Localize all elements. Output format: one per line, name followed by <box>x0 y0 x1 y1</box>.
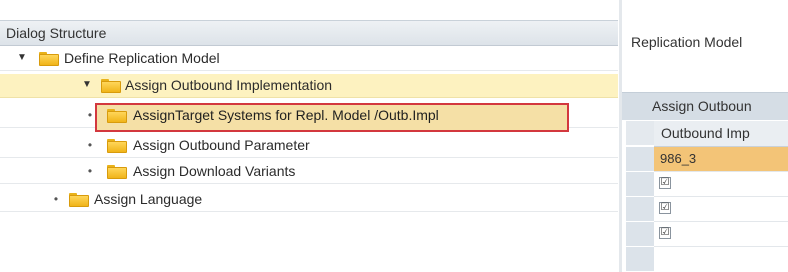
table-row[interactable]: ☑ <box>654 172 788 197</box>
table-cell-outbound-impl[interactable]: 986_3 <box>654 147 788 172</box>
tree-node-label[interactable]: AssignTarget Systems for Repl. Model /Ou… <box>133 107 439 123</box>
folder-icon <box>69 193 89 207</box>
checkbox-checked-icon[interactable]: ☑ <box>659 227 671 239</box>
detail-panel: Replication Model Assign Outboun Outboun… <box>622 0 788 272</box>
table-row[interactable]: ☑ <box>654 197 788 222</box>
dialog-structure-panel: Dialog Structure ▼ Define Replication Mo… <box>0 0 622 272</box>
folder-icon <box>107 139 127 153</box>
folder-icon <box>39 52 59 66</box>
row-selector[interactable] <box>626 197 654 222</box>
folder-icon <box>107 109 127 123</box>
tree-node-assign-target-systems[interactable]: • AssignTarget Systems for Repl. Model /… <box>0 103 618 132</box>
tree-bullet-icon: • <box>87 108 93 122</box>
folder-icon <box>107 165 127 179</box>
dialog-structure-title: Dialog Structure <box>6 25 107 41</box>
dialog-structure-header: Dialog Structure <box>0 20 618 46</box>
folder-icon <box>101 79 121 93</box>
tree-node-label[interactable]: Assign Download Variants <box>133 163 295 179</box>
row-selector[interactable] <box>626 247 654 272</box>
table-row[interactable]: ☑ <box>654 222 788 247</box>
tree-node-assign-outbound-implementation[interactable]: ▼ Assign Outbound Implementation <box>0 74 618 98</box>
sap-dialog-screen: Dialog Structure ▼ Define Replication Mo… <box>0 0 788 272</box>
checkbox-checked-icon[interactable]: ☑ <box>659 202 671 214</box>
outbound-implementation-column-header[interactable]: Outbound Imp <box>654 121 788 147</box>
row-selector[interactable] <box>626 222 654 247</box>
section-title-label: Assign Outboun <box>652 98 752 114</box>
tree-node-label[interactable]: Assign Outbound Parameter <box>133 137 310 153</box>
row-selector[interactable] <box>626 147 654 172</box>
column-header-label: Outbound Imp <box>661 125 750 141</box>
tree-node-define-replication-model[interactable]: ▼ Define Replication Model <box>0 47 618 71</box>
row-selector[interactable] <box>626 172 654 197</box>
replication-model-label: Replication Model <box>631 34 743 50</box>
tree-node-label[interactable]: Define Replication Model <box>64 50 220 66</box>
tree-node-label[interactable]: Assign Language <box>94 191 202 207</box>
expand-arrow-icon[interactable]: ▼ <box>81 78 93 92</box>
tree-node-assign-outbound-parameter[interactable]: • Assign Outbound Parameter <box>0 134 618 158</box>
cell-value: 986_3 <box>660 151 697 166</box>
tree-bullet-icon: • <box>53 192 59 206</box>
row-selector-header[interactable] <box>626 121 654 146</box>
tree-bullet-icon: • <box>87 138 93 152</box>
tree-bullet-icon: • <box>87 164 93 178</box>
expand-arrow-icon[interactable]: ▼ <box>16 51 28 65</box>
assign-outbound-section-title: Assign Outboun <box>622 92 788 120</box>
tree-node-assign-language[interactable]: • Assign Language <box>0 188 618 212</box>
tree-node-assign-download-variants[interactable]: • Assign Download Variants <box>0 160 618 184</box>
tree-node-label[interactable]: Assign Outbound Implementation <box>125 77 332 93</box>
checkbox-checked-icon[interactable]: ☑ <box>659 177 671 189</box>
